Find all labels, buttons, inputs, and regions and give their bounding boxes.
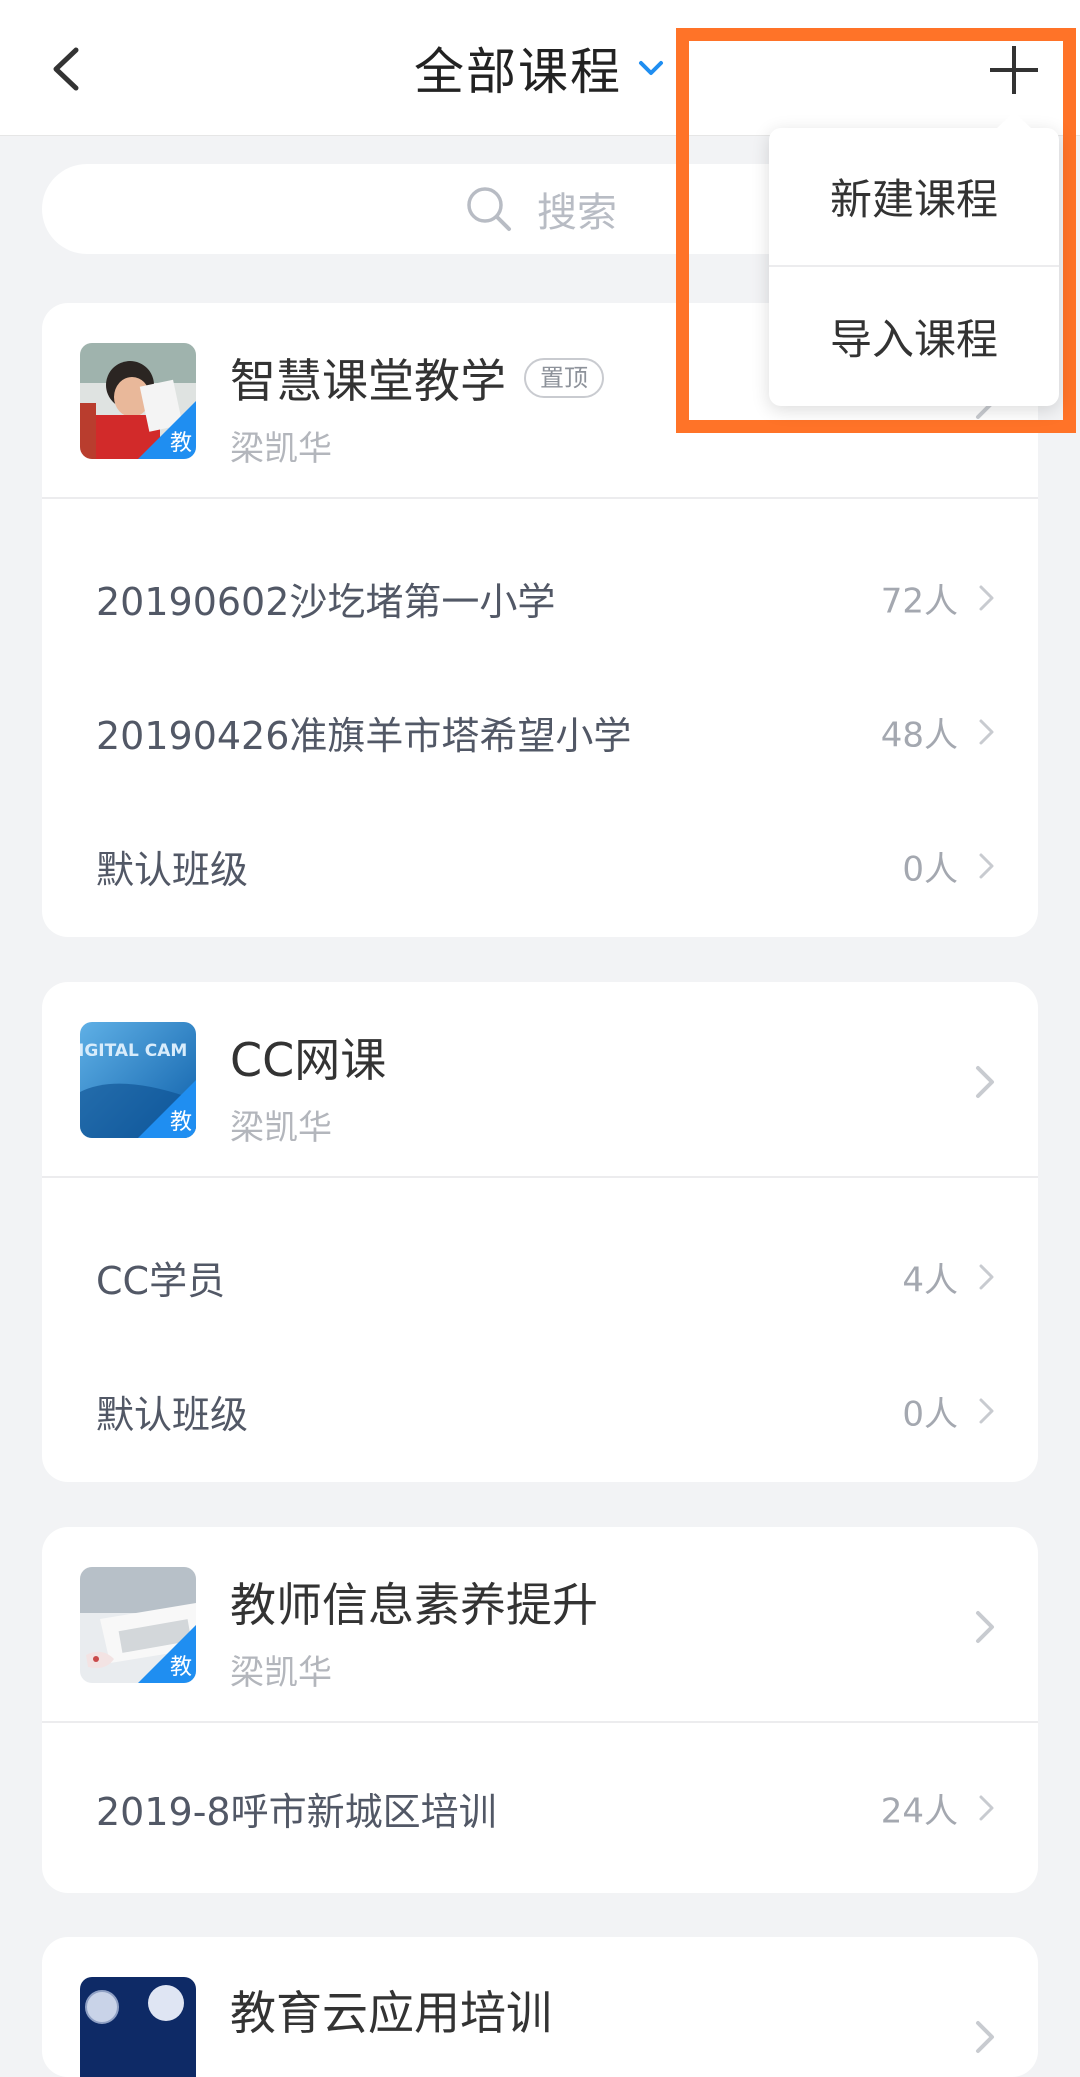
course-header[interactable]: 教 教师信息素养提升 梁凯华 [42,1527,1038,1723]
chevron-right-icon [976,1066,994,1098]
svg-text:IGITAL CAM: IGITAL CAM [80,1041,187,1061]
course-thumbnail [80,1977,196,2077]
class-count: 48人 [880,715,958,756]
class-row[interactable]: 默认班级 0人 [42,1344,1038,1478]
class-name: 默认班级 [96,1392,249,1437]
course-title: CC网课 [230,1033,387,1087]
class-row[interactable]: CC学员 4人 [42,1210,1038,1344]
search-placeholder: 搜索 [537,190,617,236]
course-title: 教师信息素养提升 [230,1578,598,1632]
course-title-row: 智慧课堂教学 置顶 [230,345,604,411]
class-list: 2019-8呼市新城区培训 24人 [42,1723,1038,1893]
class-row[interactable]: 20190426准旗羊市塔希望小学 48人 [42,665,1038,799]
pinned-tag: 置顶 [524,358,604,398]
teacher-badge: 教 [138,401,196,459]
class-count: 72人 [880,581,958,622]
teacher-badge: 教 [138,1625,196,1683]
course-header[interactable]: IGITAL CAM 教 CC网课 梁凯华 [42,982,1038,1178]
class-name: CC学员 [96,1258,226,1303]
page-title: 全部课程 [414,43,622,101]
class-count: 0人 [902,849,958,890]
chevron-down-icon [639,61,663,75]
popup-arrow [996,112,1032,129]
chevron-right-icon [979,585,994,611]
course-thumbnail: IGITAL CAM 教 [80,1022,196,1138]
import-course-menu-item[interactable]: 导入课程 [769,267,1059,406]
class-count: 4人 [902,1260,958,1301]
course-card: 教 教师信息素养提升 梁凯华 2019-8呼市新城区培训 24人 [42,1527,1038,1893]
class-name: 2019-8呼市新城区培训 [96,1789,497,1834]
chevron-right-icon [976,2021,994,2053]
course-title-row: 教育云应用培训 [230,1977,552,2043]
class-list: 20190602沙圪堵第一小学 72人 20190426准旗羊市塔希望小学 48… [42,499,1038,937]
course-title-row: CC网课 [230,1024,386,1090]
class-count: 24人 [880,1791,958,1832]
class-row[interactable]: 2019-8呼市新城区培训 24人 [42,1741,1038,1875]
class-row[interactable]: 默认班级 0人 [42,799,1038,933]
new-course-menu-item[interactable]: 新建课程 [769,128,1059,267]
teacher-badge: 教 [138,1080,196,1138]
course-thumbnail: 教 [80,343,196,459]
class-count: 0人 [902,1394,958,1435]
chevron-right-icon [979,1398,994,1424]
course-header[interactable]: 教育云应用培训 [42,1937,1038,2077]
class-name: 默认班级 [96,847,249,892]
class-row[interactable]: 20190602沙圪堵第一小学 72人 [42,531,1038,665]
course-card: IGITAL CAM 教 CC网课 梁凯华 CC学员 4人 默认班级 0人 [42,982,1038,1482]
class-list: CC学员 4人 默认班级 0人 [42,1178,1038,1482]
search-icon [467,187,511,231]
course-card: 教育云应用培训 [42,1937,1038,2077]
course-teacher: 梁凯华 [230,1653,332,1693]
course-teacher: 梁凯华 [230,429,332,469]
chevron-right-icon [979,1795,994,1821]
chevron-right-icon [979,1264,994,1290]
class-name: 20190426准旗羊市塔希望小学 [96,713,632,758]
course-title-row: 教师信息素养提升 [230,1569,598,1635]
add-course-menu: 新建课程 导入课程 [769,112,1059,406]
course-thumbnail: 教 [80,1567,196,1683]
chevron-right-icon [979,719,994,745]
chevron-right-icon [976,1611,994,1643]
course-teacher: 梁凯华 [230,1108,332,1148]
class-name: 20190602沙圪堵第一小学 [96,579,556,624]
course-title: 智慧课堂教学 [230,354,506,408]
course-title: 教育云应用培训 [230,1986,552,2040]
chevron-right-icon [979,853,994,879]
